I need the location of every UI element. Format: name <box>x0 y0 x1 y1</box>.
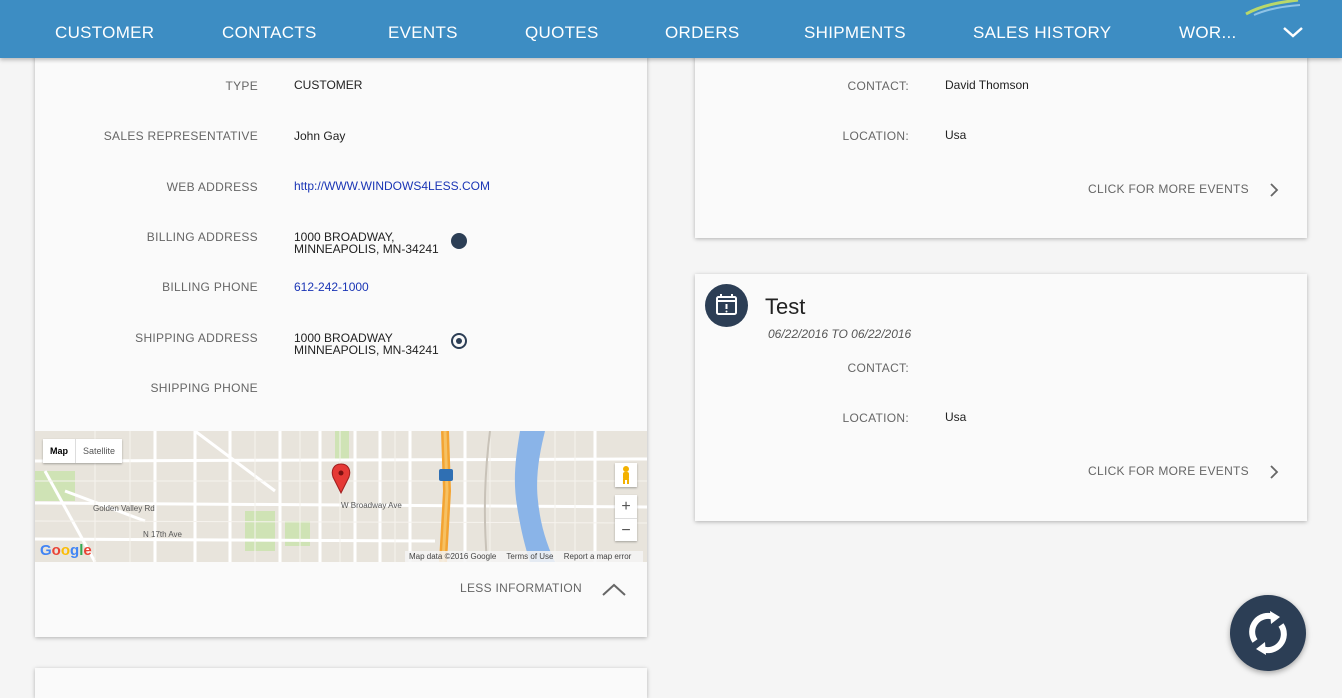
web-address-label: WEB ADDRESS <box>166 180 258 194</box>
more-events-button[interactable]: CLICK FOR MORE EVENTS <box>1088 464 1249 478</box>
event-contact-label: CONTACT: <box>847 79 909 93</box>
top-navigation: CUSTOMER CONTACTS EVENTS QUOTES ORDERS S… <box>0 0 1342 58</box>
map-terms-link[interactable]: Terms of Use <box>506 552 553 561</box>
chevron-right-icon[interactable] <box>1269 464 1279 480</box>
svg-text:Golden Valley Rd: Golden Valley Rd <box>93 504 155 513</box>
event-card: Test 06/22/2016 TO 06/22/2016 CONTACT: L… <box>695 274 1307 521</box>
event-location-value: Usa <box>945 410 967 424</box>
type-label: TYPE <box>225 79 258 93</box>
map-data-credit: Map data ©2016 Google <box>409 552 497 561</box>
tab-work-truncated[interactable]: WOR... <box>1179 23 1237 43</box>
shipping-address-line2: MINNEAPOLIS, MN-34241 <box>294 343 439 357</box>
customer-detail-card: TYPE CUSTOMER SALES REPRESENTATIVE John … <box>35 52 647 637</box>
chevron-up-icon[interactable] <box>601 582 627 598</box>
event-location-label: LOCATION: <box>842 411 909 425</box>
less-information-button[interactable]: LESS INFORMATION <box>460 581 582 595</box>
chevron-down-icon[interactable] <box>1282 24 1304 40</box>
location-map[interactable]: W Broadway Ave Golden Valley Rd N 17th A… <box>35 431 647 562</box>
refresh-fab-button[interactable] <box>1230 595 1306 671</box>
event-location-label: LOCATION: <box>842 129 909 143</box>
event-contact-label: CONTACT: <box>847 361 909 375</box>
billing-address-marker-icon[interactable] <box>451 233 467 249</box>
zoom-control: + − <box>615 495 637 541</box>
svg-text:N 17th Ave: N 17th Ave <box>143 530 183 539</box>
event-location-value: Usa <box>945 128 967 142</box>
billing-phone-label: BILLING PHONE <box>162 280 258 294</box>
shipping-address-label: SHIPPING ADDRESS <box>135 331 258 345</box>
map-type-map-button[interactable]: Map <box>43 439 75 463</box>
sales-rep-value: John Gay <box>294 129 346 143</box>
calendar-alert-icon <box>705 284 748 327</box>
billing-address-label: BILLING ADDRESS <box>146 230 258 244</box>
map-type-control: Map Satellite <box>43 439 123 463</box>
tab-contacts[interactable]: CONTACTS <box>222 23 317 43</box>
billing-address-line2: MINNEAPOLIS, MN-34241 <box>294 242 439 256</box>
event-title: Test <box>765 294 806 319</box>
tab-customer[interactable]: CUSTOMER <box>55 23 154 43</box>
chevron-right-icon[interactable] <box>1269 182 1279 198</box>
tab-events[interactable]: EVENTS <box>388 23 458 43</box>
tab-orders[interactable]: ORDERS <box>665 23 740 43</box>
map-streets: W Broadway Ave Golden Valley Rd N 17th A… <box>35 431 647 562</box>
map-footer: Map data ©2016 Google Terms of Use Repor… <box>405 551 644 562</box>
tab-quotes[interactable]: QUOTES <box>525 23 599 43</box>
web-address-link[interactable]: http://WWW.WINDOWS4LESS.COM <box>294 180 490 192</box>
map-type-satellite-button[interactable]: Satellite <box>75 439 122 463</box>
event-contact-value: David Thomson <box>945 78 1029 92</box>
zoom-in-button[interactable]: + <box>615 495 637 518</box>
sales-rep-label: SALES REPRESENTATIVE <box>103 129 258 143</box>
billing-phone-link[interactable]: 612-242-1000 <box>294 281 369 293</box>
event-card: CONTACT: David Thomson LOCATION: Usa CLI… <box>695 52 1307 238</box>
tab-sales-history[interactable]: SALES HISTORY <box>973 23 1111 43</box>
map-street-label: W Broadway Ave <box>341 501 402 510</box>
shipping-address-radio[interactable] <box>451 333 467 349</box>
svg-text:Google: Google <box>40 542 92 559</box>
type-value: CUSTOMER <box>294 78 363 92</box>
event-date-range: 06/22/2016 TO 06/22/2016 <box>768 327 912 341</box>
map-report-link[interactable]: Report a map error <box>564 552 632 561</box>
shipping-phone-label: SHIPPING PHONE <box>150 381 258 395</box>
refresh-icon <box>1249 611 1287 655</box>
more-events-button[interactable]: CLICK FOR MORE EVENTS <box>1088 182 1249 196</box>
tab-shipments[interactable]: SHIPMENTS <box>804 23 906 43</box>
street-view-pegman-icon[interactable] <box>615 463 637 487</box>
next-card <box>35 668 647 698</box>
zoom-out-button[interactable]: − <box>615 519 637 542</box>
logo-swoosh-icon <box>1245 0 1300 16</box>
